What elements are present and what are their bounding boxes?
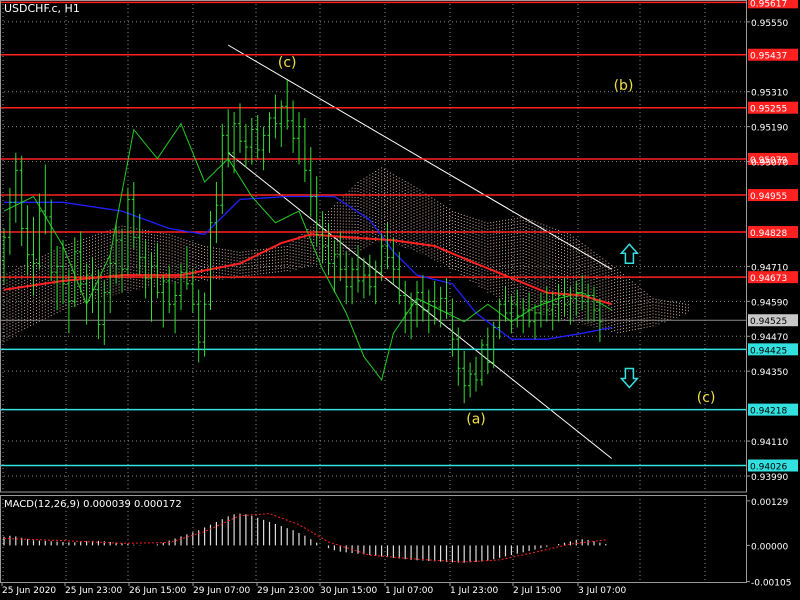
wave-label: (a) [466, 412, 486, 428]
level-price-text: 0.94673 [750, 274, 787, 284]
time-tick-label: 25 Jun 23:00 [65, 586, 122, 596]
current-price-text: 0.94525 [750, 317, 787, 327]
macd-tick-label: 0.00000 [751, 542, 788, 552]
time-tick-label: 3 Jul 07:00 [578, 586, 627, 596]
time-tick-label: 2 Jul 15:00 [513, 586, 562, 596]
price-tick-label: 0.94590 [751, 298, 788, 308]
price-tick-label: 0.95550 [751, 19, 788, 29]
price-tick-label: 0.94350 [751, 368, 788, 378]
price-tick-label: 0.95310 [751, 89, 788, 99]
time-tick-label: 25 Jun 2020 [2, 586, 56, 596]
level-price-text: 0.95437 [750, 52, 787, 62]
level-price-text: 0.94828 [750, 229, 787, 239]
price-tick-label: 0.94110 [751, 438, 788, 448]
macd-tick-label: -0.00105 [751, 579, 791, 589]
time-tick-label: 29 Jun 07:00 [193, 586, 250, 596]
time-tick-label: 30 Jun 15:00 [320, 586, 377, 596]
macd-tick-label: 0.00129 [751, 498, 788, 508]
wave-label: (b) [614, 78, 634, 94]
level-price-text: 0.94425 [750, 346, 787, 356]
price-tick-label: 0.95190 [751, 124, 788, 134]
level-price-text: 0.95255 [750, 105, 787, 115]
level-price-text: 0.94026 [750, 463, 787, 473]
level-price-text: 0.95617 [750, 0, 787, 9]
macd-label: MACD(12,26,9) 0.000039 0.000172 [4, 499, 182, 510]
chart-background [0, 0, 800, 600]
price-tick-label: 0.94710 [751, 263, 788, 273]
usdchf-h1-chart: 0.956170.954370.952550.950790.949550.948… [0, 0, 800, 600]
price-tick-label: 0.95070 [751, 159, 788, 169]
price-tick-label: 0.93990 [751, 473, 788, 483]
time-tick-label: 1 Jul 23:00 [450, 586, 499, 596]
wave-label: (c) [278, 55, 297, 71]
time-tick-label: 1 Jul 07:00 [385, 586, 434, 596]
level-price-text: 0.94218 [750, 407, 787, 417]
time-tick-label: 26 Jun 15:00 [129, 586, 186, 596]
price-tick-label: 0.94470 [751, 333, 788, 343]
level-price-text: 0.94955 [750, 192, 787, 202]
symbol-label: USDCHF.c, H1 [4, 2, 80, 15]
time-tick-label: 29 Jun 23:00 [257, 586, 314, 596]
wave-label: (c) [697, 390, 716, 406]
